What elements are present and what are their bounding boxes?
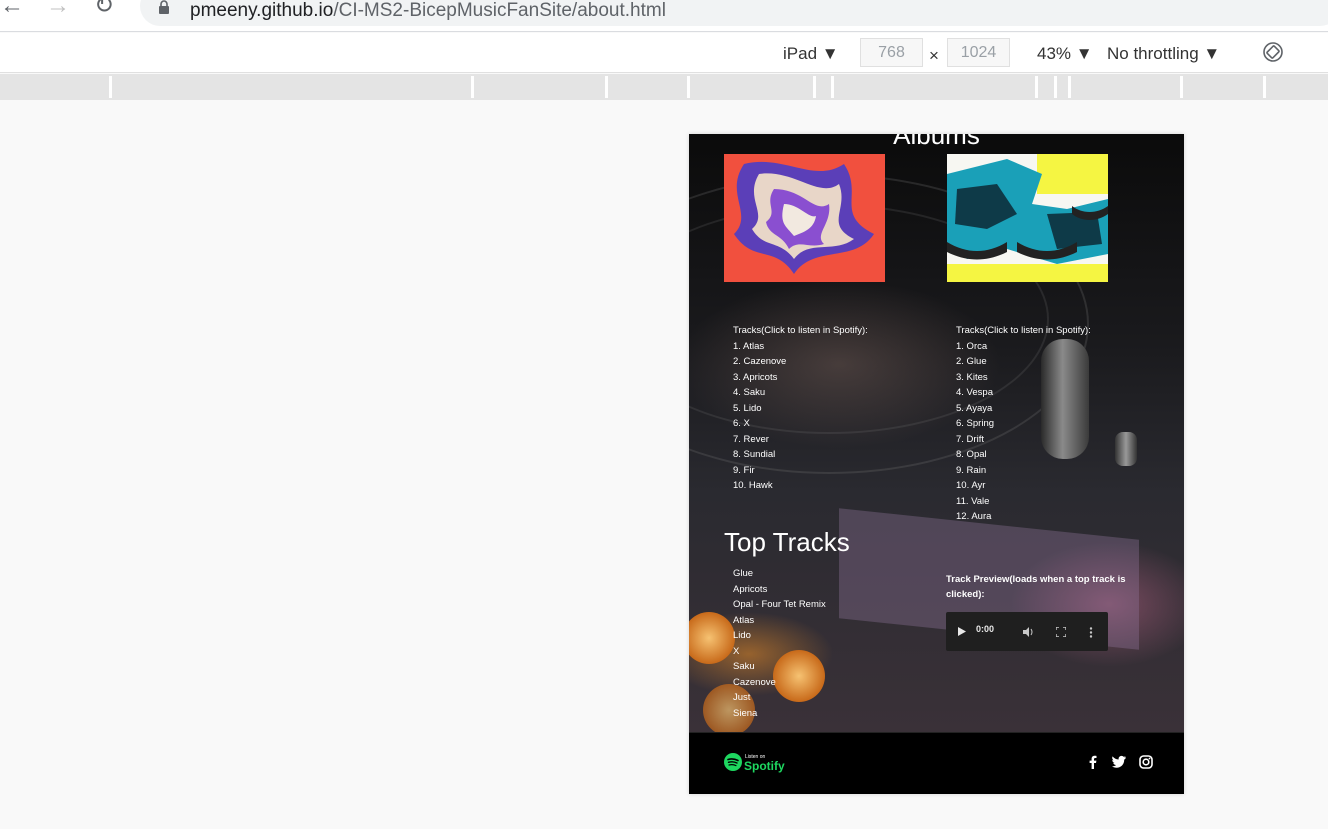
track-link[interactable]: 10. Hawk (733, 478, 868, 494)
track-link[interactable]: 9. Fir (733, 463, 868, 479)
track-link[interactable]: 7. Drift (956, 432, 1091, 448)
album-cover-1[interactable] (724, 154, 885, 282)
viewport-width-input[interactable]: 768 (860, 38, 923, 67)
top-track-link[interactable]: Saku (733, 659, 826, 675)
top-track-link[interactable]: Apricots (733, 582, 826, 598)
track-link[interactable]: 1. Orca (956, 339, 1091, 355)
track-link[interactable]: 9. Rain (956, 463, 1091, 479)
player-time: 0:00 (976, 624, 995, 634)
top-track-link[interactable]: Atlas (733, 613, 826, 629)
track-link[interactable]: 3. Kites (956, 370, 1091, 386)
track-link[interactable]: 1. Atlas (733, 339, 868, 355)
album1-tracklist: Tracks(Click to listen in Spotify): 1. A… (733, 323, 868, 494)
url-text[interactable]: pmeeny.github.io/CI-MS2-BicepMusicFanSit… (190, 0, 666, 22)
zoom-select[interactable]: 43% ▼ (1037, 44, 1093, 64)
track-link[interactable]: 7. Rever (733, 432, 868, 448)
back-icon[interactable]: ← (0, 0, 24, 18)
track-link[interactable]: 11. Vale (956, 494, 1091, 510)
top-track-link[interactable]: Lido (733, 628, 826, 644)
device-select[interactable]: iPad ▼ (783, 44, 839, 64)
track-link[interactable]: 4. Vespa (956, 385, 1091, 401)
track-link[interactable]: 8. Sundial (733, 447, 868, 463)
top-track-link[interactable]: Glue (733, 566, 826, 582)
device-toolbar: iPad ▼ 768 × 1024 43% ▼ No throttling ▼ (0, 33, 1328, 73)
play-icon[interactable] (958, 627, 966, 636)
top-track-link[interactable]: Cazenove (733, 675, 826, 691)
lock-icon (159, 0, 169, 14)
track-link[interactable]: 2. Glue (956, 354, 1091, 370)
track-link[interactable]: 2. Cazenove (733, 354, 868, 370)
tracks-label: Tracks(Click to listen in Spotify): (733, 325, 868, 336)
site-footer: Listen on Spotify (689, 732, 1184, 794)
instagram-icon[interactable] (1139, 755, 1153, 769)
viewport-height-input[interactable]: 1024 (947, 38, 1010, 67)
top-tracks-heading: Top Tracks (724, 527, 850, 557)
albums-heading: Albums (893, 134, 980, 150)
track-link[interactable]: 8. Opal (956, 447, 1091, 463)
fullscreen-icon[interactable] (1056, 627, 1066, 637)
turntable-background: Albums Tracks(Click to listen in Spotify… (689, 134, 1184, 732)
forward-icon[interactable]: → (46, 0, 70, 18)
album2-tracklist: Tracks(Click to listen in Spotify): 1. O… (956, 323, 1091, 525)
track-preview-label: Track Preview(loads when a top track is … (946, 574, 1126, 600)
browser-toolbar: ← → ↻ pmeeny.github.io/CI-MS2-BicepMusic… (0, 0, 1328, 32)
track-link[interactable]: 10. Ayr (956, 478, 1091, 494)
facebook-icon[interactable] (1086, 755, 1100, 769)
track-link[interactable]: 6. X (733, 416, 868, 432)
track-link[interactable]: 5. Ayaya (956, 401, 1091, 417)
top-track-link[interactable]: Siena (733, 706, 826, 722)
track-link[interactable]: 12. Aura (956, 509, 1091, 525)
rotate-icon[interactable] (1262, 41, 1284, 63)
throttling-select[interactable]: No throttling ▼ (1107, 44, 1220, 64)
media-query-ruler (0, 74, 1328, 100)
tracks-label: Tracks(Click to listen in Spotify): (956, 325, 1091, 336)
volume-icon[interactable] (1023, 627, 1034, 637)
track-link[interactable]: 4. Saku (733, 385, 868, 401)
top-track-link[interactable]: Opal - Four Tet Remix (733, 597, 826, 613)
reload-icon[interactable]: ↻ (94, 0, 114, 18)
device-viewport: Albums Tracks(Click to listen in Spotify… (689, 134, 1184, 794)
listen-on-spotify-badge[interactable]: Listen on Spotify (724, 753, 785, 775)
track-link[interactable]: 3. Apricots (733, 370, 868, 386)
top-track-link[interactable]: Just (733, 690, 826, 706)
dimension-separator: × (929, 46, 939, 65)
spotify-badge-text: Spotify (744, 759, 785, 773)
album-cover-2[interactable] (947, 154, 1108, 282)
track-link[interactable]: 6. Spring (956, 416, 1091, 432)
twitter-icon[interactable] (1112, 755, 1126, 769)
address-bar[interactable]: pmeeny.github.io/CI-MS2-BicepMusicFanSit… (140, 0, 1328, 26)
audio-player[interactable]: 0:00 (946, 612, 1108, 651)
spotify-icon (724, 753, 742, 771)
more-options-icon[interactable] (1089, 627, 1093, 638)
track-link[interactable]: 5. Lido (733, 401, 868, 417)
top-tracks-list: Glue Apricots Opal - Four Tet Remix Atla… (733, 566, 826, 721)
top-track-link[interactable]: X (733, 644, 826, 660)
